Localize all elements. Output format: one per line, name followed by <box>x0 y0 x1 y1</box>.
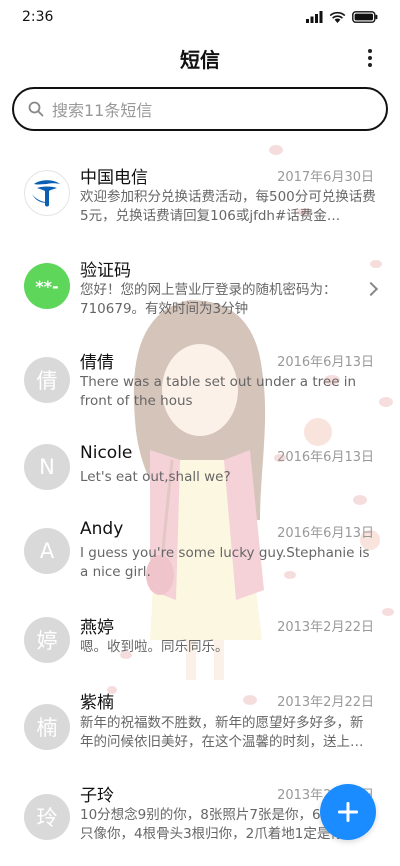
conversation-preview: 欢迎参加积分兑换话费活动，每500分可兑换话费5元，兑换话费请回复106或jfd… <box>80 189 376 224</box>
conversation-name: 倩倩 <box>80 353 114 373</box>
contact-avatar: N <box>24 444 70 490</box>
contact-avatar: 倩 <box>24 357 70 403</box>
search-icon <box>28 101 44 117</box>
new-message-button[interactable] <box>320 784 376 840</box>
conversation-preview: There was a table set out under a tree i… <box>80 374 357 409</box>
more-options-button[interactable] <box>358 46 382 70</box>
conversation-date: 2016年6月13日 <box>277 450 374 465</box>
search-bar[interactable]: 搜索11条短信 <box>12 87 388 131</box>
conversation-preview: Let's eat out,shall we? <box>80 469 231 485</box>
conversation-row[interactable]: **- 验证码 您好！您的网上营业厅登录的随机密码为：710679。有效时间为3… <box>0 240 400 330</box>
conversation-row[interactable]: 楠 紫楠 2013年2月22日 新年的祝福数不胜数，新年的愿望好多好多，新年的问… <box>0 682 400 772</box>
conversation-row[interactable]: 中国电信 2017年6月30日 欢迎参加积分兑换话费活动，每500分可兑换话费5… <box>0 150 400 240</box>
conversation-date: 2017年6月30日 <box>277 170 374 185</box>
conversation-name: 中国电信 <box>80 168 148 188</box>
conversation-preview: 新年的祝福数不胜数，新年的愿望好多好多，新年的问候依旧美好，在这个温馨的时刻，送… <box>80 715 364 750</box>
conversation-row[interactable]: 婷 燕婷 2013年2月22日 嗯。收到啦。同乐同乐。 <box>0 602 400 692</box>
plus-icon <box>338 802 358 822</box>
more-dot-icon <box>368 63 372 67</box>
china-telecom-logo-icon <box>32 180 60 207</box>
contact-avatar: 楠 <box>24 704 70 750</box>
conversation-preview: I guess you're some lucky guy.Stephanie … <box>80 545 370 580</box>
conversation-preview: 您好！您的网上营业厅登录的随机密码为：710679。有效时间为3分钟 <box>80 282 337 317</box>
signal-icon <box>306 11 323 23</box>
conversation-preview: 嗯。收到啦。同乐同乐。 <box>80 639 229 655</box>
battery-icon <box>352 11 378 23</box>
conversation-name: 紫楠 <box>80 693 114 713</box>
contact-avatar: A <box>24 528 70 574</box>
status-icons <box>306 11 378 24</box>
conversation-date: 2016年6月13日 <box>277 526 374 541</box>
conversation-name: 子玲 <box>80 786 114 806</box>
china-telecom-logo-avatar <box>24 170 70 216</box>
contact-avatar: 婷 <box>24 617 70 663</box>
conversation-name: 燕婷 <box>80 618 114 638</box>
conversation-row[interactable]: A Andy 2016年6月13日 I guess you're some lu… <box>0 506 400 596</box>
conversation-date: 2016年6月13日 <box>277 355 374 370</box>
wifi-icon <box>329 11 346 23</box>
status-time: 2:36 <box>22 9 54 25</box>
contact-avatar: 玲 <box>24 794 70 840</box>
more-dot-icon <box>368 56 372 60</box>
page-title: 短信 <box>180 48 220 72</box>
conversation-row[interactable]: 倩 倩倩 2016年6月13日 There was a table set ou… <box>0 335 400 425</box>
conversation-date: 2013年2月22日 <box>277 695 374 710</box>
conversation-name: 验证码 <box>80 261 131 281</box>
more-dot-icon <box>368 49 372 53</box>
conversation-date: 2013年2月22日 <box>277 620 374 635</box>
status-bar: 2:36 <box>0 0 400 34</box>
conversation-name: Andy <box>80 519 124 539</box>
title-bar: 短信 <box>0 34 400 82</box>
conversation-name: Nicole <box>80 443 133 463</box>
contact-avatar: **- <box>24 263 70 309</box>
search-placeholder: 搜索11条短信 <box>52 101 153 120</box>
